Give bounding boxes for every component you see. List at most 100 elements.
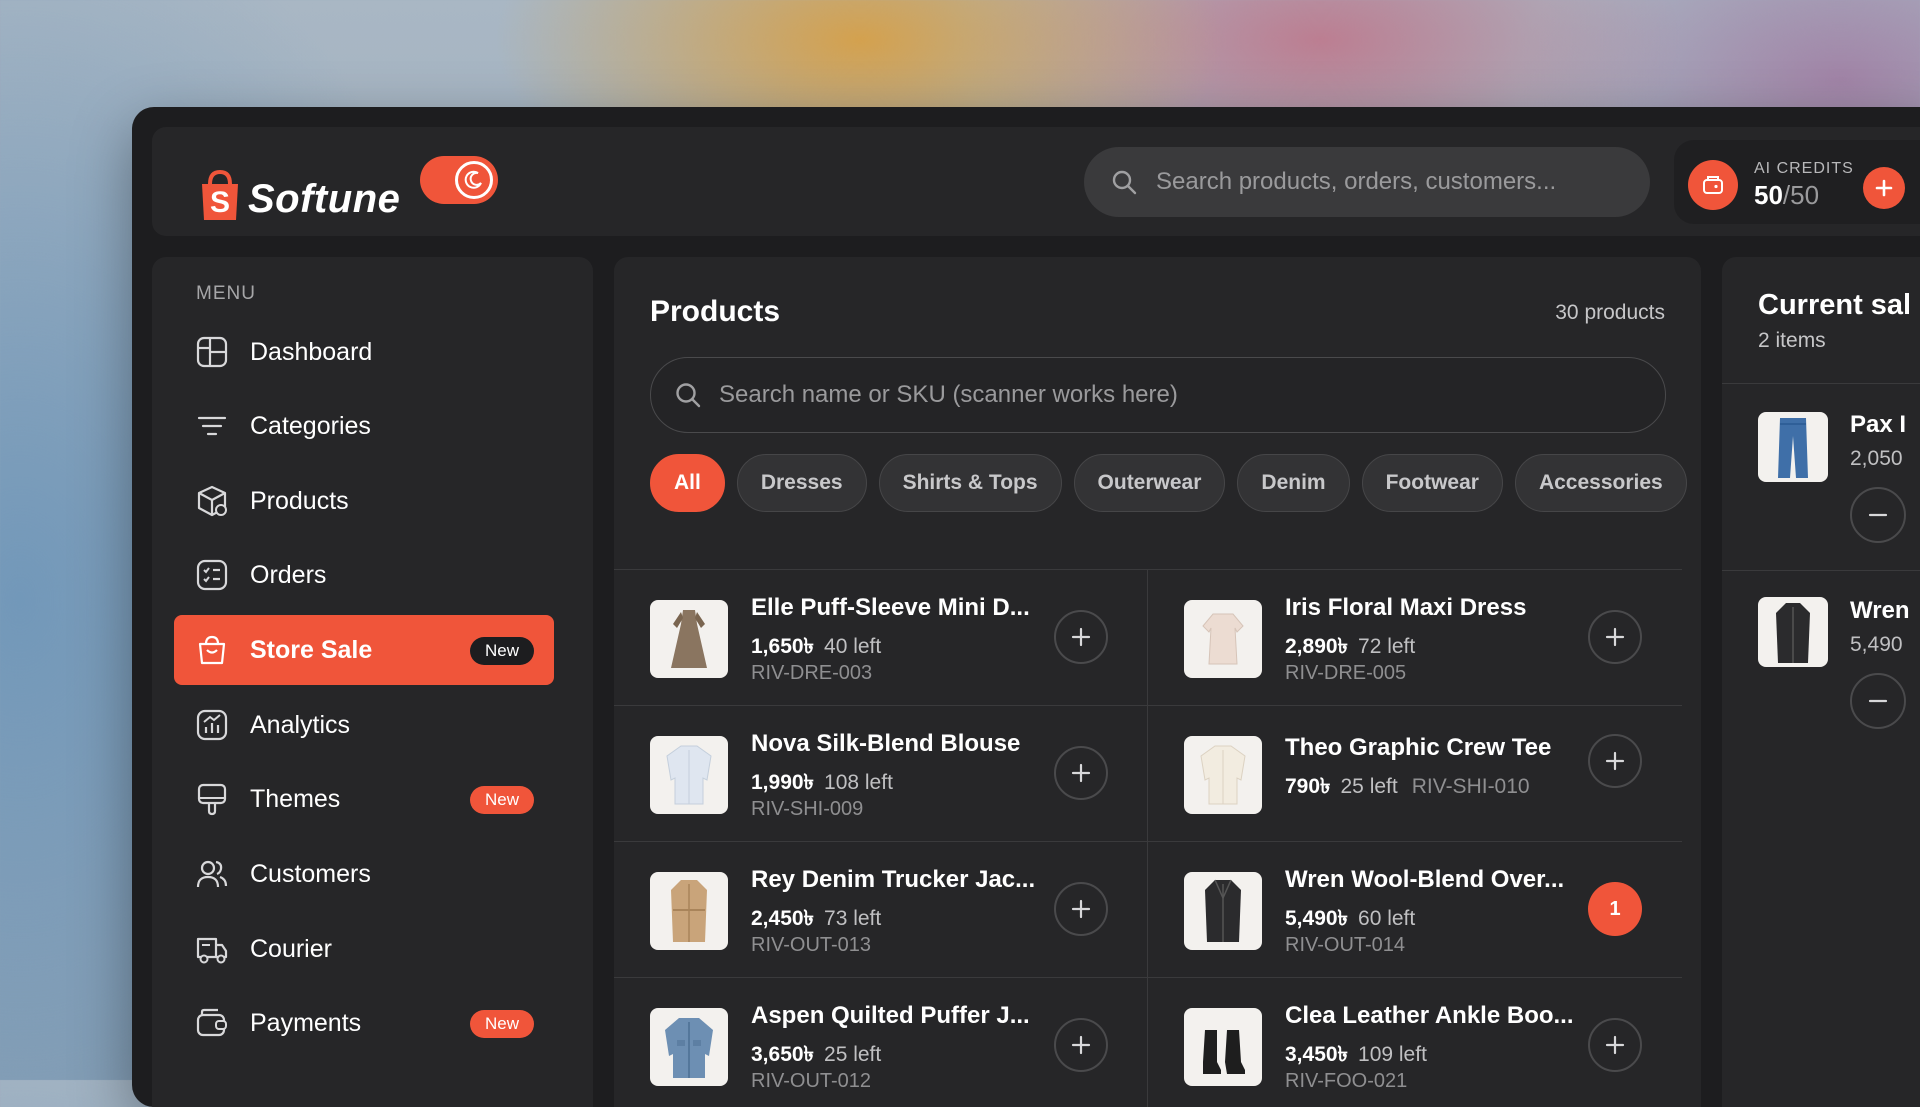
orders-icon [194,557,230,593]
add-credits-button[interactable] [1863,167,1905,209]
brand-name: Softune [248,177,401,221]
dashboard-icon [194,334,230,370]
add-to-sale-button[interactable] [1588,734,1642,788]
product-card[interactable]: Aspen Quilted Puffer J... 3,650৳ 25 left … [614,978,1148,1107]
product-sku: RIV-FOO-021 [1285,1070,1408,1092]
sidebar-item-categories[interactable]: Categories [174,391,554,461]
product-card[interactable]: Wren Wool-Blend Over... 5,490৳ 60 left RI… [1148,842,1682,978]
product-price: 2,450৳ [751,907,815,930]
quantity-in-cart-badge[interactable]: 1 [1588,882,1642,936]
product-card[interactable]: Rey Denim Trucker Jac... 2,450৳ 73 left R… [614,842,1148,978]
svg-text:S: S [210,186,230,219]
add-to-sale-button[interactable] [1054,610,1108,664]
sidebar-item-label: Store Sale [250,635,373,664]
credits-icon [1688,160,1738,210]
sidebar-item-label: Customers [250,859,371,888]
theme-toggle[interactable] [420,156,498,204]
product-price: 2,890৳ [1285,635,1349,658]
sidebar-item-label: Categories [250,411,371,440]
global-search-input[interactable] [1154,167,1638,197]
sidebar-item-label: Analytics [250,710,351,739]
sidebar-item-dashboard[interactable]: Dashboard [174,317,554,387]
box-icon [194,483,230,519]
users-icon [194,856,230,892]
products-panel: Products 30 products All Dresses Shirts … [614,257,1701,1107]
product-name: Rey Denim Trucker Jac... [751,866,1036,893]
category-filters: All Dresses Shirts & Tops Outerwear Deni… [650,454,1699,512]
product-stock: 108 left [824,771,893,794]
sidebar-item-store-sale[interactable]: Store Sale New [174,615,554,685]
sidebar-item-orders[interactable]: Orders [174,540,554,610]
plus-icon [1071,627,1091,647]
divider [1722,570,1920,571]
filter-chip-accessories[interactable]: Accessories [1514,454,1687,512]
sidebar-item-customers[interactable]: Customers [174,839,554,909]
product-meta: 3,450৳ 109 left [1285,1038,1427,1073]
product-meta: 5,490৳ 60 left [1285,902,1415,937]
product-sku: RIV-DRE-003 [751,662,873,684]
decrease-quantity-button[interactable] [1850,673,1906,729]
global-search[interactable] [1084,147,1650,217]
add-to-sale-button[interactable] [1588,1018,1642,1072]
filter-chip-denim[interactable]: Denim [1237,454,1350,512]
moon-icon [455,161,493,199]
product-price: 790৳ [1285,775,1331,798]
add-to-sale-button[interactable] [1054,882,1108,936]
product-name: Elle Puff-Sleeve Mini D... [751,594,1030,621]
add-to-sale-button[interactable] [1054,746,1108,800]
credits-label: AI CREDITS [1754,160,1854,177]
sidebar-item-payments[interactable]: Payments New [174,988,554,1058]
filter-chip-all[interactable]: All [650,454,725,512]
add-to-sale-button[interactable] [1054,1018,1108,1072]
product-name: Wren Wool-Blend Over... [1285,866,1565,893]
new-badge: New [469,637,534,665]
brush-icon [194,781,230,817]
product-meta: 3,650৳ 25 left [751,1038,881,1073]
credits-max: /50 [1782,180,1820,210]
filter-chip-footwear[interactable]: Footwear [1361,454,1503,512]
sidebar-item-label: Courier [250,934,332,963]
filter-chip-dresses[interactable]: Dresses [736,454,867,512]
sidebar: MENU Dashboard Categories Products Order… [152,257,593,1107]
product-count: 30 products [1555,301,1665,324]
product-search-input[interactable] [717,380,1621,410]
product-name: Clea Leather Ankle Boo... [1285,1002,1574,1029]
blouse-icon [1184,600,1262,678]
product-card[interactable]: Theo Graphic Crew Tee 790৳ 25 left RIV-SHI… [1148,706,1682,842]
credits-used: 50 [1754,180,1783,210]
add-to-sale-button[interactable] [1588,610,1642,664]
product-card[interactable]: Elle Puff-Sleeve Mini D... 1,650৳ 40 left… [614,570,1148,706]
brand[interactable]: S Softune [198,169,401,222]
cart-item-price: 5,490 [1850,633,1903,656]
product-stock: 73 left [824,907,882,930]
product-stock: 40 left [824,635,882,658]
plus-icon [1875,179,1893,197]
sidebar-item-label: Orders [250,560,327,589]
sidebar-item-courier[interactable]: Courier [174,914,554,984]
product-price: 1,990৳ [751,771,815,794]
product-name: Nova Silk-Blend Blouse [751,730,1021,757]
product-card[interactable]: Clea Leather Ankle Boo... 3,450৳ 109 left… [1148,978,1682,1107]
plus-icon [1071,1035,1091,1055]
product-name: Theo Graphic Crew Tee [1285,734,1552,761]
product-stock: 109 left [1358,1043,1427,1066]
shirt-icon [650,736,728,814]
shopping-bag-icon [194,632,230,668]
product-sku: RIV-OUT-012 [751,1070,872,1092]
cart-item-name: Wren [1850,597,1910,624]
minus-icon [1868,699,1888,703]
product-card[interactable]: Iris Floral Maxi Dress 2,890৳ 72 left RIV… [1148,570,1682,706]
product-search[interactable] [650,357,1666,433]
sidebar-item-themes[interactable]: Themes New [174,764,554,834]
decrease-quantity-button[interactable] [1850,487,1906,543]
sidebar-item-products[interactable]: Products [174,466,554,536]
product-meta: 2,450৳ 73 left [751,902,881,937]
filter-chip-outerwear[interactable]: Outerwear [1073,454,1226,512]
analytics-icon [194,707,230,743]
product-card[interactable]: Nova Silk-Blend Blouse 1,990৳ 108 left RI… [614,706,1148,842]
wallet-icon [194,1005,230,1041]
panel-title: Products [650,295,781,328]
filter-chip-shirts-tops[interactable]: Shirts & Tops [878,454,1062,512]
sidebar-item-analytics[interactable]: Analytics [174,690,554,760]
plus-icon [1071,899,1091,919]
